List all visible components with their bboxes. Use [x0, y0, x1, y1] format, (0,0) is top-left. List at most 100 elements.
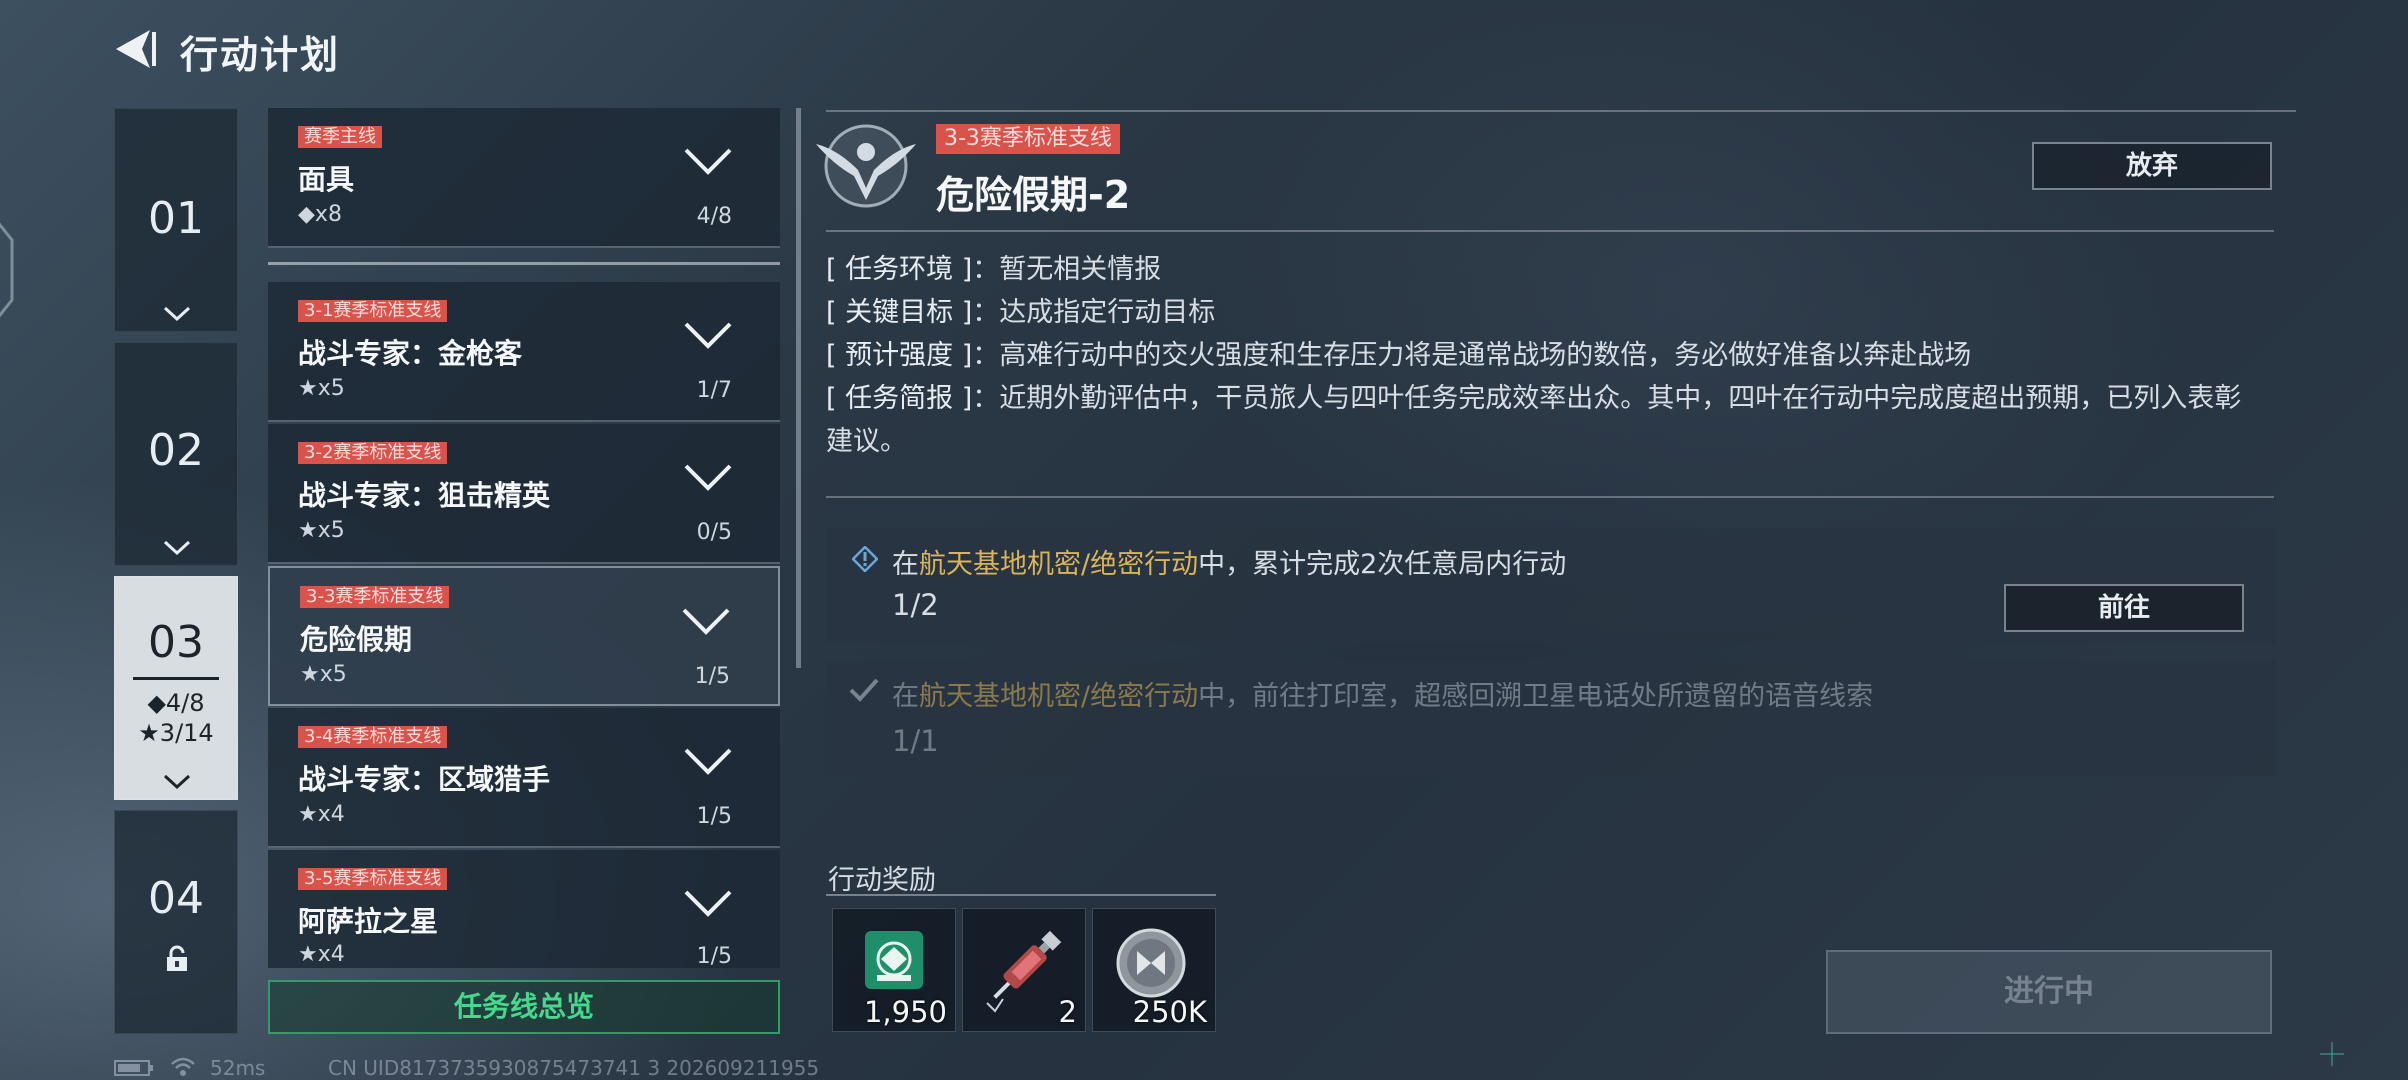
info-key: [ 预计强度 ]	[826, 340, 973, 371]
chevron-down-icon[interactable]	[682, 320, 734, 350]
in-progress-button[interactable]: 进行中	[1826, 950, 2272, 1034]
reward-item[interactable]: 2	[962, 908, 1086, 1032]
quest-progress: 1/7	[696, 378, 732, 403]
objective-count: 1/2	[892, 588, 939, 622]
side-handle-icon[interactable]	[0, 220, 16, 320]
info-value: ：达成指定行动目标	[972, 297, 1216, 328]
info-divider	[826, 496, 2274, 498]
season-number: 02	[148, 425, 204, 476]
quest-progress: 4/8	[696, 204, 732, 229]
battery-icon	[114, 1060, 153, 1076]
reward-item[interactable]: 1,950	[832, 908, 956, 1032]
info-key: [ 任务环境 ]	[826, 254, 973, 285]
reward-item[interactable]: 250K	[1092, 908, 1216, 1032]
season-number: 03	[148, 617, 204, 668]
quest-tag: 赛季主线	[298, 126, 382, 148]
reward-amount: 1,950	[863, 995, 947, 1029]
reward-title: 行动奖励	[828, 865, 936, 896]
chevron-down-icon[interactable]	[682, 888, 734, 918]
objective-text: 在航天基地机密/绝密行动中，前往打印室，超感回溯卫星电话处所遗留的语音线索	[892, 674, 1873, 713]
season-tab-04[interactable]: 04	[114, 810, 238, 1034]
objective-pre: 在	[892, 549, 919, 580]
info-key: [ 任务简报 ]	[826, 383, 973, 414]
season-star-progress: ★3/14	[138, 719, 214, 747]
chevron-down-icon	[163, 306, 191, 322]
quest-name: 面具	[298, 163, 355, 196]
quest-item[interactable]: 3-5赛季标准支线 阿萨拉之星 ★x4 1/5	[268, 850, 780, 968]
objective-post: 中，前往打印室，超感回溯卫星电话处所遗留的语音线索	[1198, 681, 1874, 712]
page-title: 行动计划	[180, 33, 341, 77]
objective-count: 1/1	[892, 724, 939, 758]
quest-progress: 0/5	[696, 520, 732, 545]
chevron-down-icon[interactable]	[682, 146, 734, 176]
silver-coin-icon	[1116, 928, 1186, 998]
list-separator	[268, 262, 780, 265]
chevron-down-icon	[163, 774, 191, 790]
chevron-down-icon[interactable]	[682, 746, 734, 776]
season-diamond-progress: ◆4/8	[147, 689, 205, 717]
info-value: ：高难行动中的交火强度和生存压力将是通常战场的数倍，务必做好准备以奔赴战场	[972, 340, 1972, 371]
quest-list-scrollbar[interactable]	[796, 108, 801, 668]
quest-tag: 3-2赛季标准支线	[298, 442, 448, 464]
season-tab-03[interactable]: 03 ◆4/8 ★3/14	[114, 576, 238, 800]
season-tab-01[interactable]: 01	[114, 108, 238, 332]
chevron-down-icon[interactable]	[680, 606, 732, 636]
alert-diamond-icon	[852, 546, 878, 572]
wifi-icon	[171, 1057, 195, 1076]
chevron-down-icon	[163, 540, 191, 556]
quest-reward: ★x5	[300, 662, 347, 687]
quest-progress: 1/5	[694, 664, 730, 689]
quest-name: 战斗专家：狙击精英	[298, 479, 551, 512]
quest-name: 战斗专家：区域猎手	[298, 763, 551, 796]
quest-item[interactable]: 3-4赛季标准支线 战斗专家：区域猎手 ★x4 1/5	[268, 708, 780, 848]
eagle-emblem-icon	[816, 124, 916, 208]
quest-reward: ◆x8	[298, 202, 342, 227]
reward-amount: 250K	[1132, 995, 1207, 1029]
detail-divider	[826, 230, 2274, 232]
info-key: [ 关键目标 ]	[826, 297, 973, 328]
detail-title: 危险假期-2	[936, 173, 1131, 217]
detail-tag: 3-3赛季标准支线	[936, 124, 1120, 154]
season-tab-02[interactable]: 02	[114, 342, 238, 566]
abandon-button[interactable]: 放弃	[2032, 142, 2272, 190]
checkmark-icon	[849, 678, 879, 702]
info-briefing: [ 任务简报 ]：近期外勤评估中，干员旅人与四叶任务完成效率出众。其中，四叶在行…	[826, 377, 2256, 463]
quest-item[interactable]: 3-1赛季标准支线 战斗专家：金枪客 ★x5 1/7	[268, 282, 780, 422]
info-intensity: [ 预计强度 ]：高难行动中的交火强度和生存压力将是通常战场的数倍，务必做好准备…	[826, 334, 2256, 377]
reward-amount: 2	[1058, 995, 1077, 1029]
info-key-target: [ 关键目标 ]：达成指定行动目标	[826, 291, 2256, 334]
quest-tag: 3-1赛季标准支线	[298, 300, 448, 322]
quest-reward: ★x5	[298, 518, 345, 543]
reward-divider	[826, 894, 1216, 896]
objective-location: 航天基地机密/绝密行动	[919, 681, 1199, 712]
quest-item[interactable]: 赛季主线 面具 ◆x8 4/8	[268, 108, 780, 248]
info-value: ：暂无相关情报	[972, 254, 1162, 285]
detail-top-divider	[826, 110, 2296, 112]
quest-item-selected[interactable]: 3-3赛季标准支线 危险假期 ★x5 1/5	[268, 566, 780, 706]
season-underline	[133, 677, 219, 680]
uid-readout: CN UID8173735930875473741 3 202609211955	[328, 1056, 820, 1080]
quest-overview-button[interactable]: 任务线总览	[268, 980, 780, 1034]
quest-name: 战斗专家：金枪客	[298, 337, 523, 370]
quest-reward: ★x5	[298, 376, 345, 401]
quest-tag: 3-3赛季标准支线	[300, 586, 450, 608]
ping-readout: 52ms	[210, 1056, 266, 1080]
chevron-down-icon[interactable]	[682, 462, 734, 492]
go-button[interactable]: 前往	[2004, 584, 2244, 632]
quest-progress: 1/5	[696, 804, 732, 829]
quest-reward: ★x4	[298, 802, 345, 827]
quest-tag: 3-5赛季标准支线	[298, 868, 448, 890]
lock-icon	[167, 945, 187, 971]
plus-icon	[2320, 1042, 2344, 1066]
quest-name: 危险假期	[300, 623, 413, 656]
quest-item[interactable]: 3-2赛季标准支线 战斗专家：狙击精英 ★x5 0/5	[268, 424, 780, 564]
objective-text: 在航天基地机密/绝密行动中，累计完成2次任意局内行动	[892, 542, 1566, 581]
back-arrow-icon[interactable]	[112, 26, 158, 72]
objective-location: 航天基地机密/绝密行动	[919, 549, 1199, 580]
info-environment: [ 任务环境 ]：暂无相关情报	[826, 248, 2256, 291]
season-number: 04	[148, 873, 204, 924]
season-number: 01	[148, 193, 204, 244]
quest-name: 阿萨拉之星	[298, 905, 439, 938]
green-emblem-icon	[865, 931, 923, 989]
quest-tag: 3-4赛季标准支线	[298, 726, 448, 748]
